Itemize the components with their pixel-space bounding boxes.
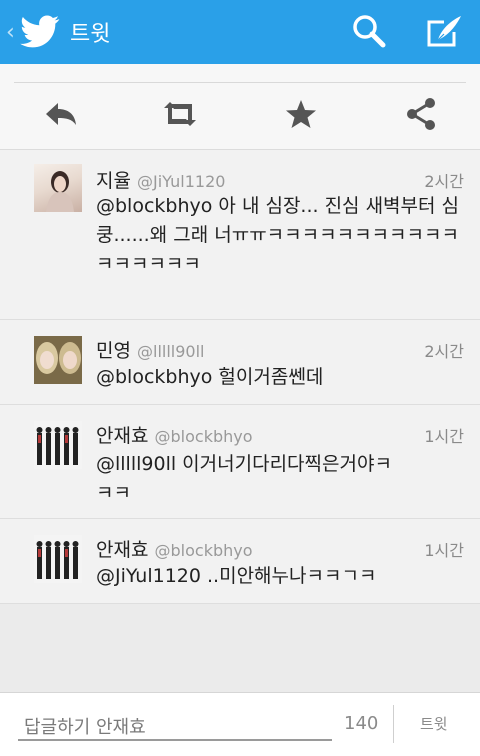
avatar[interactable] — [34, 421, 82, 469]
tweet-time: 2시간 — [424, 172, 464, 191]
tweet-text: @lllll90ll 이거너기다리다찍은거야ㅋㅋㅋ — [96, 453, 392, 504]
share-icon[interactable] — [401, 94, 441, 134]
retweet-icon[interactable] — [160, 94, 200, 134]
compose-icon[interactable] — [424, 12, 464, 52]
avatar[interactable] — [34, 336, 82, 384]
tweet-text: @JiYul1120 ..미안해누나ㅋㅋㄱㅋ — [96, 565, 377, 587]
reply-placeholder: 답글하기 안재효 — [24, 717, 146, 738]
tweet-text: @blockbhyo 아 내 심장... 진심 새벽부터 심쿵......왜 그… — [96, 195, 460, 275]
tweet-actions-bar — [0, 64, 480, 150]
reply-icon[interactable] — [40, 94, 80, 134]
tweet-text: @blockbhyo 헐이거좀쎈데 — [96, 366, 324, 388]
tweet-item[interactable]: 민영 @lllll90ll 2시간 @blockbhyo 헐이거좀쎈데 — [0, 320, 480, 405]
tweet-time: 2시간 — [424, 342, 464, 361]
divider — [14, 82, 466, 83]
page-title: 트윗 — [70, 22, 111, 47]
send-tweet-button[interactable]: 트윗 — [420, 713, 448, 734]
tweet-time: 1시간 — [424, 541, 464, 560]
author-handle[interactable]: @JiYul1120 — [137, 172, 225, 191]
tweet-author: 안재효 @blockbhyo — [96, 421, 253, 448]
tweet-author: 안재효 @blockbhyo — [96, 535, 253, 562]
tweet-time: 1시간 — [424, 427, 464, 446]
author-handle[interactable]: @blockbhyo — [155, 427, 253, 446]
favorite-star-icon[interactable] — [281, 94, 321, 134]
app-header: ‹ 트윗 — [0, 0, 480, 64]
author-handle[interactable]: @lllll90ll — [137, 342, 204, 361]
reply-input[interactable]: 답글하기 안재효 — [18, 705, 332, 741]
author-name[interactable]: 안재효 — [96, 425, 148, 447]
avatar[interactable] — [34, 164, 82, 212]
tweet-item[interactable]: 안재효 @blockbhyo 1시간 @JiYul1120 ..미안해누나ㅋㅋㄱ… — [0, 519, 480, 604]
char-counter: 140 — [344, 713, 379, 734]
tweet-item[interactable]: 안재효 @blockbhyo 1시간 @lllll90ll 이거너기다리다찍은거… — [0, 405, 480, 519]
search-icon[interactable] — [350, 12, 390, 52]
tweet-author: 지율 @JiYul1120 — [96, 166, 225, 193]
divider — [393, 705, 394, 743]
reply-bar: 답글하기 안재효 140 트윗 — [0, 692, 480, 756]
author-name[interactable]: 민영 — [96, 340, 131, 362]
avatar[interactable] — [34, 535, 82, 583]
tweet-item[interactable]: 지율 @JiYul1120 2시간 @blockbhyo 아 내 심장... 진… — [0, 150, 480, 320]
author-handle[interactable]: @blockbhyo — [155, 541, 253, 560]
back-chevron-icon[interactable]: ‹ — [6, 20, 18, 45]
author-name[interactable]: 안재효 — [96, 539, 148, 561]
twitter-bird-icon[interactable] — [20, 15, 60, 49]
author-name[interactable]: 지율 — [96, 170, 131, 192]
tweet-author: 민영 @lllll90ll — [96, 336, 205, 363]
